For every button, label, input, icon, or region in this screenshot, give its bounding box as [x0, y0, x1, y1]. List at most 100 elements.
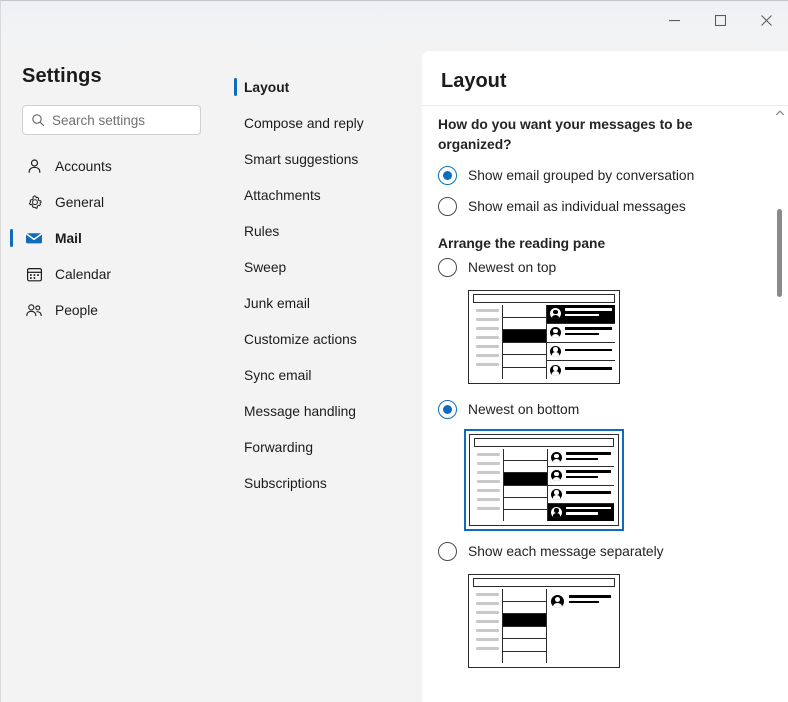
preview-message-item [547, 361, 615, 379]
newest-on-bottom-preview[interactable] [464, 429, 624, 531]
radio-indicator[interactable] [438, 197, 457, 216]
close-icon [760, 14, 772, 26]
selection-indicator [10, 229, 13, 247]
nav-item-label: Subscriptions [244, 475, 327, 491]
sidebar-item-people[interactable]: People [1, 292, 225, 328]
preview-topbar [473, 578, 615, 587]
maximize-button[interactable]: Maximize [697, 1, 743, 39]
nav-item-sync-email[interactable]: Sync email [225, 357, 422, 393]
nav-item-label: Customize actions [244, 331, 357, 347]
nav-item-junk-email[interactable]: Junk email [225, 285, 422, 321]
avatar [550, 364, 561, 376]
avatar [551, 506, 562, 518]
preview-message-item [548, 467, 614, 486]
preview-folder-list [473, 305, 503, 379]
preview-text-lines [565, 327, 612, 338]
sidebar-item-label: General [55, 194, 105, 210]
nav-item-label: Forwarding [244, 439, 314, 455]
preview-reading-pane [548, 449, 614, 521]
nav-item-label: Attachments [244, 187, 321, 203]
radio-indicator[interactable] [438, 542, 457, 561]
preview-body [474, 449, 614, 522]
radio-indicator[interactable] [438, 258, 457, 277]
preview-topbar [474, 438, 614, 447]
scrollbar-thumb[interactable] [777, 209, 782, 297]
reading-pane-heading: Arrange the reading pane [438, 236, 606, 251]
minimize-button[interactable]: Minimize [651, 1, 697, 39]
avatar [550, 308, 561, 320]
nav-item-label: Junk email [244, 295, 310, 311]
newest-on-top-preview[interactable] [468, 290, 620, 384]
mail-settings-nav: Layout Compose and reply Smart suggestio… [225, 48, 422, 702]
preview-reading-pane [547, 305, 615, 379]
avatar [551, 595, 564, 608]
preview-folder-list [474, 449, 504, 521]
avatar [551, 488, 562, 500]
nav-item-smart-suggestions[interactable]: Smart suggestions [225, 141, 422, 177]
radio-indicator[interactable] [438, 400, 457, 419]
vertical-scrollbar[interactable] [773, 108, 787, 698]
nav-item-message-handling[interactable]: Message handling [225, 393, 422, 429]
nav-item-subscriptions[interactable]: Subscriptions [225, 465, 422, 501]
search-input[interactable] [52, 112, 192, 128]
nav-item-rules[interactable]: Rules [225, 213, 422, 249]
sidebar-item-label: Accounts [55, 158, 112, 174]
radio-label: Newest on bottom [468, 402, 580, 417]
preview-message-list [503, 305, 547, 379]
sidebar-item-general[interactable]: General [1, 184, 225, 220]
title-bar: Minimize Maximize Close [1, 1, 788, 48]
preview-message-item [547, 323, 615, 343]
radio-newest-on-top[interactable]: Newest on top [438, 258, 556, 277]
radio-individual-messages[interactable]: Show email as individual messages [438, 197, 686, 216]
radio-each-message-separately[interactable]: Show each message separately [438, 542, 664, 561]
nav-item-sweep[interactable]: Sweep [225, 249, 422, 285]
each-message-separately-preview[interactable] [468, 574, 620, 668]
page-title: Settings [22, 65, 102, 87]
preview-body [473, 305, 615, 379]
maximize-icon [714, 14, 726, 26]
preview-text-lines [565, 348, 612, 355]
nav-item-label: Smart suggestions [244, 151, 359, 167]
settings-nav: Accounts General Mail Calendar People [1, 148, 225, 328]
nav-item-attachments[interactable]: Attachments [225, 177, 422, 213]
nav-item-label: Layout [244, 79, 290, 95]
preview-text-lines [566, 491, 611, 497]
radio-label: Show email grouped by conversation [468, 168, 695, 183]
person-icon [25, 157, 43, 175]
organize-question: How do you want your messages to be orga… [438, 117, 693, 152]
preview-folder-list [473, 589, 503, 663]
sidebar-item-label: Calendar [55, 266, 111, 282]
nav-item-customize-actions[interactable]: Customize actions [225, 321, 422, 357]
preview-reading-pane [547, 589, 615, 663]
radio-indicator[interactable] [438, 166, 457, 185]
avatar [551, 452, 562, 464]
preview-text-lines [566, 506, 611, 518]
preview-message-list [504, 449, 548, 522]
preview-text-lines [565, 308, 612, 319]
settings-sidebar: Settings Accounts [1, 48, 225, 702]
people-icon [25, 301, 43, 319]
mail-icon [25, 229, 43, 247]
radio-grouped-by-conversation[interactable]: Show email grouped by conversation [438, 166, 694, 185]
nav-item-compose-and-reply[interactable]: Compose and reply [225, 105, 422, 141]
sidebar-item-mail[interactable]: Mail [1, 220, 225, 256]
nav-item-layout[interactable]: Layout [225, 69, 422, 105]
scroll-up-icon[interactable] [775, 108, 785, 118]
sidebar-item-accounts[interactable]: Accounts [1, 148, 225, 184]
search-box[interactable] [22, 105, 201, 135]
nav-item-forwarding[interactable]: Forwarding [225, 429, 422, 465]
preview-message-item [548, 485, 614, 504]
selection-indicator [234, 78, 237, 96]
preview-body [473, 589, 615, 663]
layout-settings-pane: Layout How do you want your messages to … [422, 51, 788, 702]
radio-newest-on-bottom[interactable]: Newest on bottom [438, 400, 579, 419]
nav-item-label: Rules [244, 223, 280, 239]
avatar [550, 327, 561, 339]
sidebar-item-label: Mail [55, 230, 82, 246]
search-icon [31, 113, 45, 127]
sidebar-item-calendar[interactable]: Calendar [1, 256, 225, 292]
nav-item-label: Sync email [244, 367, 312, 383]
preview-single-message [547, 589, 615, 663]
close-button[interactable]: Close [743, 1, 788, 39]
settings-scroll-area[interactable]: How do you want your messages to be orga… [422, 106, 788, 702]
